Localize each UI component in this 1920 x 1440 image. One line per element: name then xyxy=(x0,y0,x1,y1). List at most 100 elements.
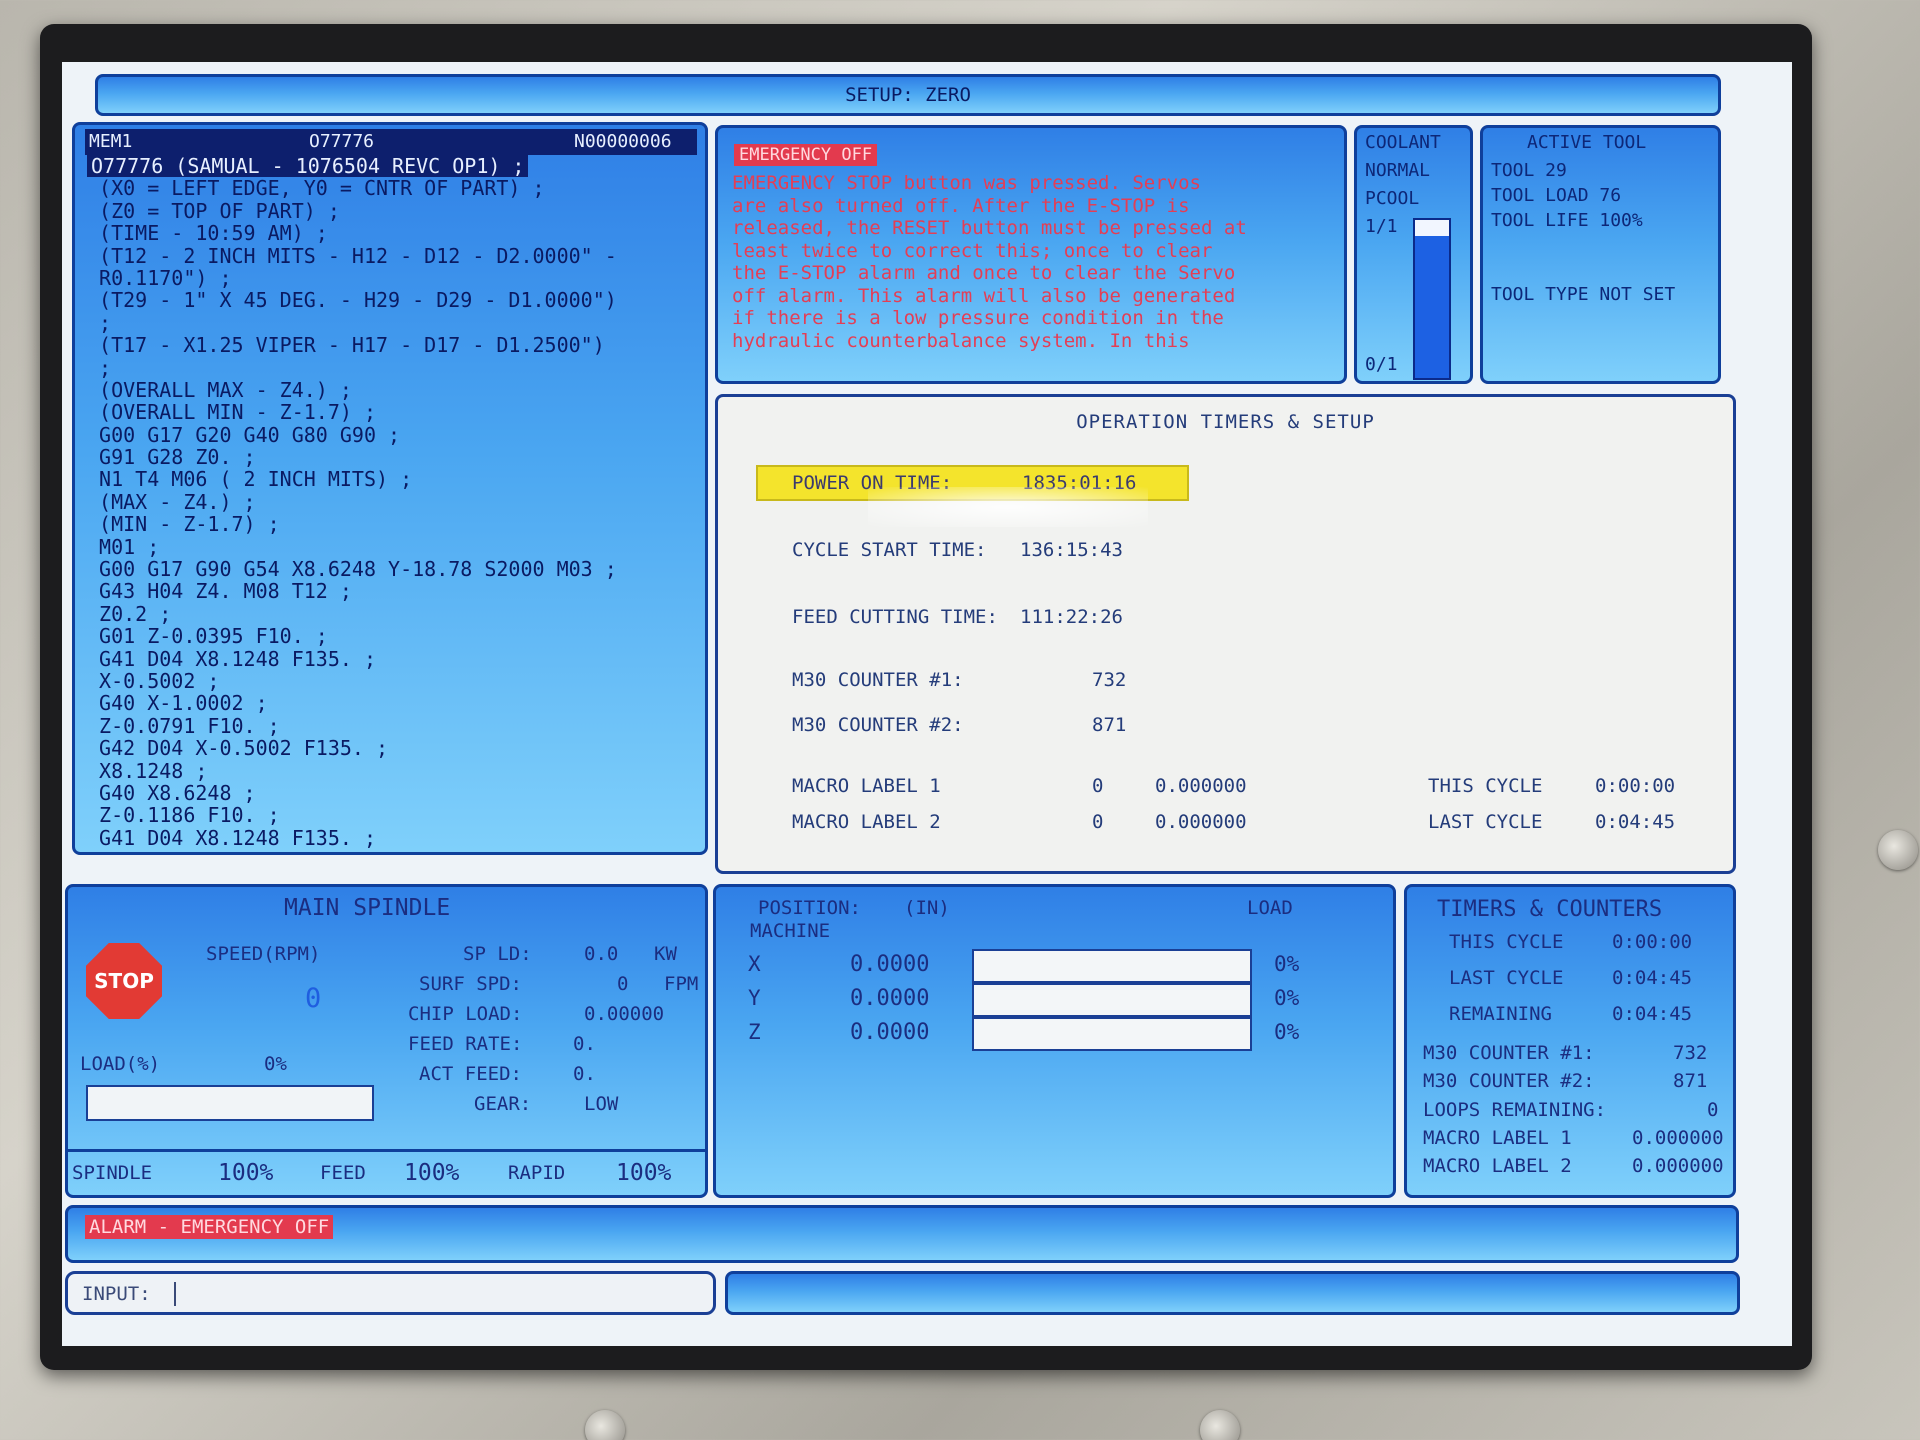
act-feed-value: 0. xyxy=(573,1063,596,1085)
bezel-screw xyxy=(1200,1410,1240,1440)
coolant-status: NORMAL xyxy=(1365,160,1431,181)
timers-counters-panel: TIMERS & COUNTERS THIS CYCLE 0:00:00 LAS… xyxy=(1404,884,1736,1198)
program-line[interactable]: (OVERALL MAX - Z4.) ; xyxy=(87,379,702,401)
program-line[interactable]: ; xyxy=(87,312,702,334)
program-line[interactable]: G41 D04 X8.1248 F135. ; xyxy=(87,648,702,670)
this-cycle-label: THIS CYCLE xyxy=(1428,775,1543,797)
program-line[interactable]: (Z0 = TOP OF PART) ; xyxy=(87,200,702,222)
program-line[interactable]: G01 Z-0.0395 F10. ; xyxy=(87,625,702,647)
sp-ld-value: 0.0 xyxy=(584,943,619,965)
program-line[interactable]: (X0 = LEFT EDGE, Y0 = CNTR OF PART) ; xyxy=(87,177,702,199)
m30-counter-2-label: M30 COUNTER #2: xyxy=(792,714,964,736)
spindle-load-value: 0% xyxy=(264,1053,287,1075)
alarm-line: if there is a low pressure condition in … xyxy=(732,307,1224,329)
macro-label-2-int: 0 xyxy=(1092,811,1104,833)
macro-label-2-value: 0.000000 xyxy=(1155,811,1247,833)
program-line[interactable]: G00 G17 G20 G40 G80 G90 ; xyxy=(87,424,702,446)
program-line[interactable]: G40 X8.6248 ; xyxy=(87,782,702,804)
alarm-line: least twice to correct this; once to cle… xyxy=(732,239,1213,262)
program-line-text: Z0.2 ; xyxy=(87,602,172,626)
program-line[interactable]: G43 H04 Z4. M08 T12 ; xyxy=(87,580,702,602)
program-line[interactable]: Z0.2 ; xyxy=(87,603,702,625)
feed-override-label: FEED xyxy=(320,1162,366,1184)
macro-label-1: MACRO LABEL 1 xyxy=(792,775,941,797)
override-bar: SPINDLE 100% FEED 100% RAPID 100% xyxy=(68,1149,705,1195)
tool-type: TOOL TYPE NOT SET xyxy=(1491,284,1676,305)
chip-load-value: 0.00000 xyxy=(584,1003,665,1025)
program-line[interactable]: X-0.5002 ; xyxy=(87,670,702,692)
axis-load-value: 0% xyxy=(1274,1020,1300,1044)
alarm-line: hydraulic counterbalance system. In this xyxy=(732,329,1190,352)
program-line-text: M01 ; xyxy=(87,535,160,559)
alarm-line: the E-STOP alarm and once to clear the S… xyxy=(732,262,1236,284)
program-line[interactable]: (MAX - Z4.) ; xyxy=(87,491,702,513)
axis-position-value: 0.0000 xyxy=(850,986,930,1011)
program-line[interactable]: G00 G17 G90 G54 X8.6248 Y-18.78 S2000 M0… xyxy=(87,558,702,580)
program-line-text: (OVERALL MIN - Z-1.7) ; xyxy=(87,401,376,424)
tool-life: TOOL LIFE 100% xyxy=(1491,210,1643,231)
program-listing-panel[interactable]: MEM1 O77776 N00000006 O77776 (SAMUAL - 1… xyxy=(72,122,708,855)
position-units: (IN) xyxy=(904,897,950,919)
program-line[interactable]: R0.1170") ; xyxy=(87,267,702,289)
program-line[interactable]: G40 X-1.0002 ; xyxy=(87,692,702,714)
tc-macro-2-label: MACRO LABEL 2 xyxy=(1423,1155,1572,1177)
program-line[interactable]: (TIME - 10:59 AM) ; xyxy=(87,222,702,244)
last-cycle-label: LAST CYCLE xyxy=(1428,811,1543,833)
program-line[interactable]: O77776 (SAMUAL - 1076504 REVC OP1) ; xyxy=(87,155,702,178)
axis-position-value: 0.0000 xyxy=(850,952,930,977)
alarm-line: are also turned off. After the E-STOP is xyxy=(732,194,1190,217)
gear-value: LOW xyxy=(584,1093,619,1115)
program-line[interactable]: Z-0.0791 F10. ; xyxy=(87,715,702,737)
program-line-text: (MAX - Z4.) ; xyxy=(87,490,256,514)
feed-cutting-value: 111:22:26 xyxy=(1020,606,1123,628)
tool-number: TOOL 29 xyxy=(1491,160,1567,181)
program-line[interactable]: G41 D04 X8.1248 F135. ; xyxy=(87,827,702,849)
sp-ld-unit: KW xyxy=(654,943,677,965)
bezel-screw xyxy=(585,1410,625,1440)
operation-timers-panel: OPERATION TIMERS & SETUP POWER ON TIME: … xyxy=(715,394,1736,874)
program-line-text: G43 H04 Z4. M08 T12 ; xyxy=(87,580,352,603)
spindle-load-bar xyxy=(86,1085,374,1121)
coolant-bottom-ratio: 0/1 xyxy=(1365,354,1398,375)
program-line[interactable]: Z-0.1186 F10. ; xyxy=(87,804,702,826)
axis-name: X xyxy=(748,952,761,976)
spindle-override-label: SPINDLE xyxy=(72,1162,153,1184)
tc-macro-1-label: MACRO LABEL 1 xyxy=(1423,1127,1572,1149)
program-line[interactable]: ; xyxy=(87,357,702,379)
program-line[interactable]: G42 D04 X-0.5002 F135. ; xyxy=(87,737,702,759)
surf-spd-unit: FPM xyxy=(664,973,699,995)
program-line[interactable]: G91 G28 Z0. ; xyxy=(87,446,702,468)
coolant-level-gap xyxy=(1415,220,1449,236)
program-line-text: G91 G28 Z0. ; xyxy=(87,446,256,469)
program-header: MEM1 O77776 N00000006 xyxy=(85,129,697,155)
active-tool-title: ACTIVE TOOL xyxy=(1527,132,1647,153)
tc-this-cycle-label: THIS CYCLE xyxy=(1449,931,1564,953)
spindle-speed-label: SPEED(RPM) xyxy=(206,943,321,965)
main-spindle-panel: MAIN SPINDLE STOP SPEED(RPM) 0 LOAD(%) 0… xyxy=(65,884,708,1198)
program-line-text: (X0 = LEFT EDGE, Y0 = CNTR OF PART) ; xyxy=(87,177,545,200)
input-label: INPUT: xyxy=(82,1283,151,1305)
program-line[interactable]: N1 T4 M06 ( 2 INCH MITS) ; xyxy=(87,468,702,490)
alarm-line: EMERGENCY STOP button was pressed. Servo… xyxy=(732,172,1201,194)
program-line[interactable]: (MIN - Z-1.7) ; xyxy=(87,513,702,535)
program-line-text: ; xyxy=(87,356,112,379)
program-line-text: (MIN - Z-1.7) ; xyxy=(87,513,280,536)
program-line[interactable]: (T29 - 1" X 45 DEG. - H29 - D29 - D1.000… xyxy=(87,289,702,311)
program-line[interactable]: (T12 - 2 INCH MITS - H12 - D12 - D2.0000… xyxy=(87,245,702,267)
tool-load: TOOL LOAD 76 xyxy=(1491,185,1622,206)
tc-m30-1-value: 732 xyxy=(1673,1042,1708,1064)
axis-position-value: 0.0000 xyxy=(850,1020,930,1045)
program-line-text: G01 Z-0.0395 F10. ; xyxy=(87,625,328,648)
tc-loops-label: LOOPS REMAINING: xyxy=(1423,1099,1607,1121)
program-line-text: G41 D04 X8.1248 F135. ; xyxy=(87,826,376,850)
tc-m30-1-label: M30 COUNTER #1: xyxy=(1423,1042,1595,1064)
axis-load-bar xyxy=(972,1017,1252,1051)
program-line[interactable]: X8.1248 ; xyxy=(87,760,702,782)
program-line-text: ; xyxy=(87,311,112,335)
program-line[interactable]: (OVERALL MIN - Z-1.7) ; xyxy=(87,401,702,423)
program-line[interactable]: M01 ; xyxy=(87,536,702,558)
position-mode: MACHINE xyxy=(750,920,831,942)
input-field[interactable]: INPUT: xyxy=(65,1271,716,1315)
program-line[interactable]: (T17 - X1.25 VIPER - H17 - D17 - D1.2500… xyxy=(87,334,702,356)
program-code[interactable]: O77776 (SAMUAL - 1076504 REVC OP1) ; (X0… xyxy=(87,155,702,849)
